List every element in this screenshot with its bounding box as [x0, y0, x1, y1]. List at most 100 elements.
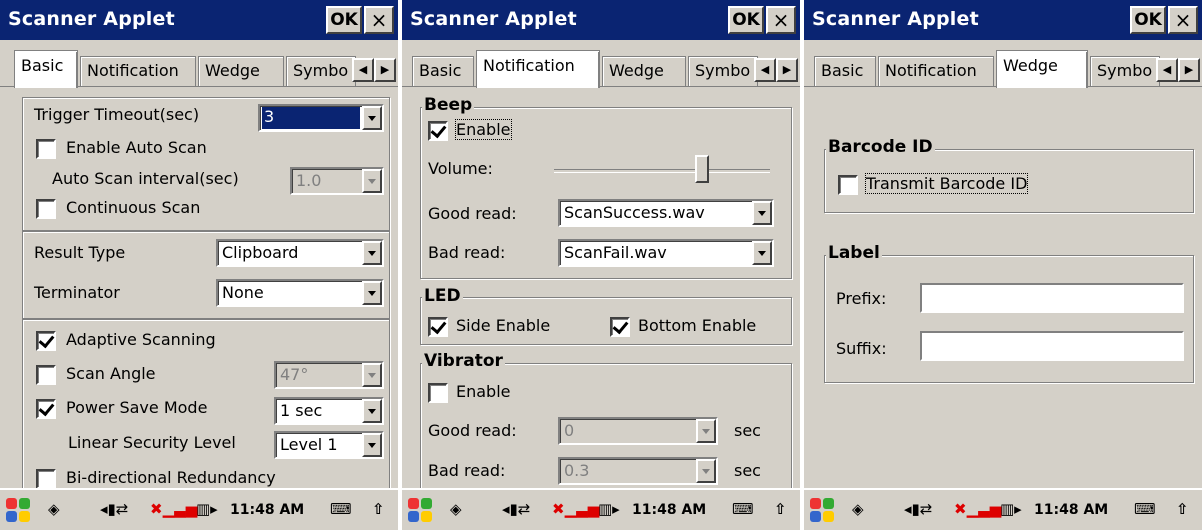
tab-wedge[interactable]: Wedge	[996, 50, 1088, 88]
prefix-input[interactable]	[920, 283, 1184, 313]
battery-icon[interactable]: ▥▸	[598, 500, 620, 518]
tab-symbology[interactable]: Symbo	[688, 56, 758, 86]
scan-angle-checkbox[interactable]	[36, 365, 56, 385]
tab-scroll-arrows: ◀ ▶	[754, 58, 798, 82]
connectivity-icon[interactable]: ◂▮⇄	[100, 500, 128, 518]
input-panel-icon[interactable]: ⌨	[732, 500, 754, 518]
enable-auto-scan-checkbox[interactable]	[36, 139, 56, 159]
chevron-down-icon	[362, 241, 382, 265]
scan-angle-select[interactable]: 47°	[274, 361, 384, 389]
network-icon[interactable]: ◈	[450, 500, 462, 518]
adaptive-scanning-checkbox[interactable]	[36, 331, 56, 351]
vibrator-bad-read-select[interactable]: 0.3	[558, 457, 718, 485]
linear-security-select[interactable]: Level 1	[274, 431, 384, 459]
start-icon[interactable]	[408, 498, 434, 524]
up-arrow-icon[interactable]: ⇧	[774, 500, 787, 518]
tab-notification[interactable]: Notification	[476, 50, 600, 88]
tab-wedge[interactable]: Wedge	[198, 56, 284, 86]
ok-button[interactable]: OK	[1130, 6, 1166, 34]
no-signal-icon[interactable]: ✖▁▃▅	[552, 500, 599, 518]
scan-angle-label: Scan Angle	[66, 364, 156, 383]
window-title: Scanner Applet	[410, 8, 577, 30]
result-type-select[interactable]: Clipboard	[216, 239, 384, 267]
terminator-label: Terminator	[34, 283, 120, 302]
close-button[interactable]: ×	[1168, 6, 1198, 34]
volume-slider-thumb[interactable]	[695, 155, 710, 183]
screen-basic: Scanner Applet OK × Basic Notification W…	[0, 0, 398, 530]
side-enable-label: Side Enable	[456, 316, 551, 335]
bidirectional-redundancy-label: Bi-directional Redundancy	[66, 468, 276, 487]
chevron-down-icon	[362, 281, 382, 305]
trigger-timeout-select[interactable]: 3	[258, 104, 384, 132]
bad-read-select[interactable]: ScanFail.wav	[558, 239, 774, 267]
start-icon[interactable]	[6, 498, 32, 524]
clock[interactable]: 11:48 AM	[1034, 502, 1108, 518]
input-panel-icon[interactable]: ⌨	[330, 500, 352, 518]
good-read-select[interactable]: ScanSuccess.wav	[558, 199, 774, 227]
ok-button[interactable]: OK	[728, 6, 764, 34]
beep-enable-label: Enable	[455, 119, 512, 140]
power-save-mode-checkbox[interactable]	[36, 399, 56, 419]
result-type-label: Result Type	[34, 243, 126, 262]
vibrator-enable-checkbox[interactable]	[428, 383, 448, 403]
up-arrow-icon[interactable]: ⇧	[372, 500, 385, 518]
tab-symbology[interactable]: Symbo	[1090, 56, 1160, 86]
tab-scroll-left-button[interactable]: ◀	[1156, 58, 1178, 82]
clock[interactable]: 11:48 AM	[632, 502, 706, 518]
transmit-barcode-id-checkbox[interactable]	[838, 175, 858, 195]
window-title: Scanner Applet	[8, 8, 175, 30]
tab-notification[interactable]: Notification	[878, 56, 994, 86]
tab-basic[interactable]: Basic	[412, 56, 474, 86]
sec-unit-label: sec	[734, 461, 761, 480]
suffix-input[interactable]	[920, 331, 1184, 361]
tab-wedge[interactable]: Wedge	[602, 56, 686, 86]
tab-scroll-left-button[interactable]: ◀	[754, 58, 776, 82]
chevron-down-icon	[752, 241, 772, 265]
tab-scroll-left-button[interactable]: ◀	[352, 58, 374, 82]
three-screens: Scanner Applet OK × Basic Notification W…	[0, 0, 1204, 530]
vibrator-good-read-select[interactable]: 0	[558, 417, 718, 445]
tab-basic[interactable]: Basic	[14, 50, 78, 88]
close-button[interactable]: ×	[364, 6, 394, 34]
side-enable-checkbox[interactable]	[428, 317, 448, 337]
screen-wedge: Scanner Applet OK × Basic Notification W…	[804, 0, 1202, 530]
bidirectional-redundancy-checkbox[interactable]	[36, 469, 56, 489]
close-button[interactable]: ×	[766, 6, 796, 34]
tab-scroll-right-button[interactable]: ▶	[374, 58, 396, 82]
no-signal-icon[interactable]: ✖▁▃▅	[150, 500, 197, 518]
network-icon[interactable]: ◈	[48, 500, 60, 518]
battery-icon[interactable]: ▥▸	[1000, 500, 1022, 518]
bottom-enable-checkbox[interactable]	[610, 317, 630, 337]
power-save-select[interactable]: 1 sec	[274, 397, 384, 425]
volume-slider[interactable]	[554, 169, 770, 173]
tab-basic[interactable]: Basic	[814, 56, 876, 86]
chevron-down-icon	[696, 459, 716, 483]
barcode-id-legend: Barcode ID	[826, 137, 935, 157]
connectivity-icon[interactable]: ◂▮⇄	[502, 500, 530, 518]
network-icon[interactable]: ◈	[852, 500, 864, 518]
basic-panel: Trigger Timeout(sec) 3 Enable Auto Scan …	[0, 86, 398, 499]
auto-scan-interval-select[interactable]: 1.0	[290, 167, 384, 195]
tab-scroll-right-button[interactable]: ▶	[776, 58, 798, 82]
taskbar: ◈ ◂▮⇄ ✖▁▃▅ ▥▸ 11:48 AM ⌨ ⇧	[402, 488, 800, 530]
beep-enable-checkbox[interactable]	[428, 121, 448, 141]
tab-notification[interactable]: Notification	[80, 56, 196, 86]
chevron-down-icon	[696, 419, 716, 443]
start-icon[interactable]	[810, 498, 836, 524]
input-panel-icon[interactable]: ⌨	[1134, 500, 1156, 518]
no-signal-icon[interactable]: ✖▁▃▅	[954, 500, 1001, 518]
terminator-select[interactable]: None	[216, 279, 384, 307]
tab-symbology[interactable]: Symbo	[286, 56, 356, 86]
label-group	[824, 255, 1194, 383]
connectivity-icon[interactable]: ◂▮⇄	[904, 500, 932, 518]
tab-scroll-right-button[interactable]: ▶	[1178, 58, 1200, 82]
title-bar: Scanner Applet OK ×	[804, 0, 1202, 40]
clock[interactable]: 11:48 AM	[230, 502, 304, 518]
title-bar: Scanner Applet OK ×	[0, 0, 398, 40]
up-arrow-icon[interactable]: ⇧	[1176, 500, 1189, 518]
continuous-scan-checkbox[interactable]	[36, 199, 56, 219]
ok-button[interactable]: OK	[326, 6, 362, 34]
chevron-down-icon	[362, 169, 382, 193]
linear-security-label: Linear Security Level	[68, 433, 236, 452]
battery-icon[interactable]: ▥▸	[196, 500, 218, 518]
